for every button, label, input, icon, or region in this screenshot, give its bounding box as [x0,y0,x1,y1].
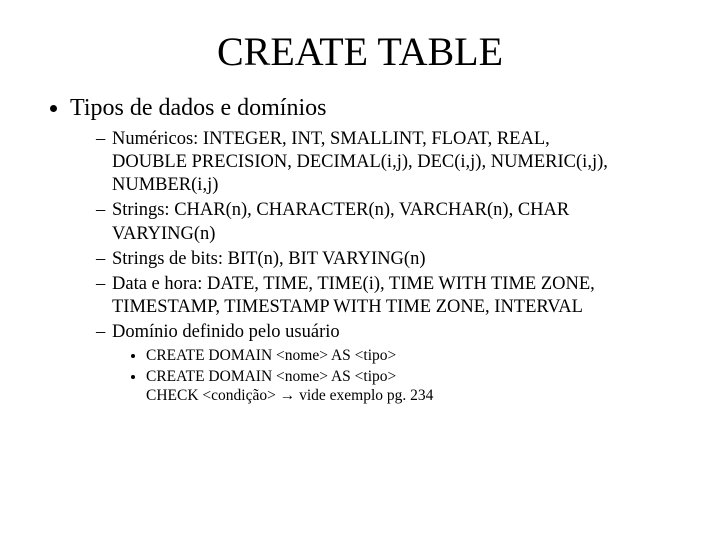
bullet-text: CREATE DOMAIN <nome> AS <tipo> [146,367,680,386]
bullet-item: Strings: CHAR(n), CHARACTER(n), VARCHAR(… [96,199,680,245]
bullet-text: CREATE DOMAIN <nome> AS <tipo> [146,347,396,364]
bullet-item: Numéricos: INTEGER, INT, SMALLINT, FLOAT… [96,128,680,197]
slide: CREATE TABLE Tipos de dados e domínios N… [0,0,720,540]
bullet-item: Data e hora: DATE, TIME, TIME(i), TIME W… [96,273,680,319]
bullet-text: Data e hora: DATE, TIME, TIME(i), TIME W… [112,273,680,296]
bullet-text: Tipos de dados e domínios [70,95,326,121]
slide-title: CREATE TABLE [0,0,720,85]
bullet-text: Numéricos: INTEGER, INT, SMALLINT, FLOAT… [112,128,680,151]
bullet-list-level3: CREATE DOMAIN <nome> AS <tipo> CREATE DO… [112,346,680,405]
bullet-list-level1: Tipos de dados e domínios Numéricos: INT… [40,95,680,405]
bullet-item: CREATE DOMAIN <nome> AS <tipo> [146,346,680,365]
bullet-text: DOUBLE PRECISION, DECIMAL(i,j), DEC(i,j)… [112,151,680,174]
bullet-text: Strings de bits: BIT(n), BIT VARYING(n) [112,249,425,269]
bullet-item: CREATE DOMAIN <nome> AS <tipo> CHECK <co… [146,367,680,406]
slide-body: Tipos de dados e domínios Numéricos: INT… [0,85,720,405]
bullet-text: Domínio definido pelo usuário [112,322,340,342]
bullet-item: Domínio definido pelo usuário CREATE DOM… [96,321,680,405]
bullet-text: VARYING(n) [112,223,680,246]
bullet-list-level2: Numéricos: INTEGER, INT, SMALLINT, FLOAT… [70,128,680,405]
bullet-text: Strings: CHAR(n), CHARACTER(n), VARCHAR(… [112,199,680,222]
bullet-text: CHECK <condição> → vide exemplo pg. 234 [146,386,680,405]
bullet-item: Strings de bits: BIT(n), BIT VARYING(n) [96,248,680,271]
bullet-text: NUMBER(i,j) [112,174,680,197]
bullet-text: TIMESTAMP, TIMESTAMP WITH TIME ZONE, INT… [112,296,680,319]
bullet-item: Tipos de dados e domínios Numéricos: INT… [70,95,680,405]
